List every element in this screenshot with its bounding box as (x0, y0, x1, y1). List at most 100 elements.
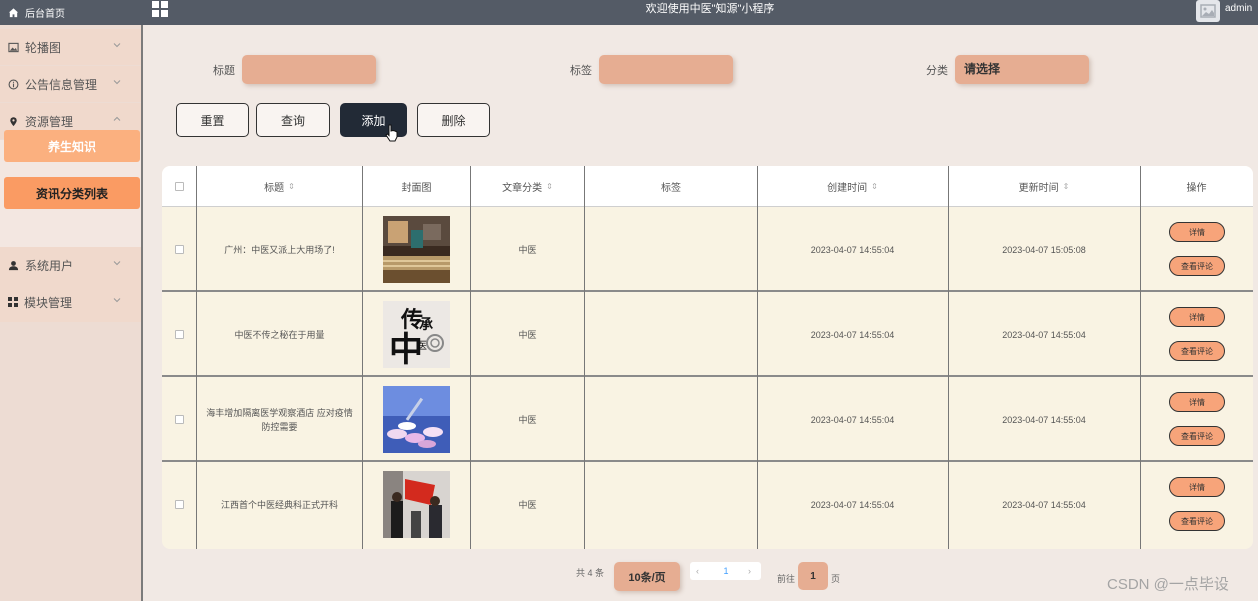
row-title: 广州：中医又派上大用场了! (224, 244, 335, 255)
row-checkbox-cell (162, 292, 196, 377)
sort-icon[interactable]: ⇕ (871, 182, 878, 191)
sidebar-item-carousel[interactable]: 轮播图 (0, 29, 141, 65)
row-cover-cell (363, 462, 470, 547)
app-title: 欢迎使用中医"知源"小程序 (645, 3, 775, 15)
row-tag (585, 377, 757, 462)
prev-page-icon[interactable]: ‹ (696, 562, 699, 580)
column-divider (362, 166, 363, 549)
sidebar-item-label: 模块管理 (24, 295, 73, 310)
menu-toggle-icon[interactable] (152, 1, 168, 17)
grid-icon (8, 297, 18, 307)
table-row: 海丰增加隔离医学观察酒店 应对疫情防控需要 中医 2023-04-07 14:5… (162, 377, 1253, 462)
search-button[interactable]: 查询 (256, 103, 330, 137)
tag-filter-label: 标签 (570, 65, 592, 77)
next-page-icon[interactable]: › (748, 562, 751, 580)
row-checkbox[interactable] (174, 245, 184, 254)
location-pin-icon (10, 116, 17, 126)
sidebar-item-label: 系统用户 (25, 258, 74, 273)
row-title: 海丰增加隔离医学观察酒店 应对疫情防控需要 (206, 407, 353, 432)
column-divider (948, 166, 949, 549)
home-link[interactable]: 后台首页 (0, 0, 143, 25)
chevron-down-icon (113, 43, 121, 48)
sort-icon[interactable]: ⇕ (546, 182, 553, 191)
table-row: 江西首个中医经典科正式开科 中医 2023-04-07 14:55:04 202… (162, 462, 1253, 547)
sort-icon[interactable]: ⇕ (288, 182, 295, 191)
delete-button[interactable]: 删除 (417, 103, 490, 137)
avatar[interactable] (1196, 0, 1220, 22)
column-header-title[interactable]: 标题 ⇕ (196, 166, 363, 207)
sidebar-item-system-users[interactable]: 系统用户 (0, 247, 141, 283)
page-unit-label: 页 (831, 574, 841, 584)
column-divider (757, 166, 758, 549)
column-header-label: 文章分类 (502, 183, 543, 194)
row-checkbox[interactable] (174, 415, 184, 424)
chevron-down-icon (113, 261, 121, 266)
row-created-time: 2023-04-07 14:55:04 (810, 244, 895, 255)
row-tag (585, 207, 757, 292)
row-cover-cell (363, 377, 470, 462)
view-comments-button[interactable]: 查看评论 (1169, 426, 1225, 446)
tag-filter-input[interactable] (599, 55, 733, 84)
goto-page-input[interactable]: 1 (798, 562, 828, 590)
column-header-cover: 封面图 (363, 166, 470, 207)
sort-icon[interactable]: ⇕ (1063, 182, 1070, 191)
row-checkbox-cell (162, 377, 196, 462)
row-created-time: 2023-04-07 14:55:04 (810, 414, 895, 425)
column-header-label: 更新时间 (1018, 183, 1059, 194)
chevron-up-icon (113, 116, 121, 121)
row-title: 中医不传之秘在于用量 (234, 329, 325, 340)
column-header-label: 标签 (661, 183, 681, 194)
sidebar-item-label: 资源管理 (25, 114, 74, 129)
username[interactable]: admin (1225, 0, 1252, 18)
column-header-category[interactable]: 文章分类 ⇕ (470, 166, 585, 207)
row-checkbox[interactable] (174, 330, 184, 339)
category-select[interactable]: 请选择 (955, 55, 1089, 84)
row-category: 中医 (518, 329, 537, 340)
select-all-checkbox[interactable] (174, 182, 184, 191)
row-checkbox-cell (162, 462, 196, 547)
detail-button[interactable]: 详情 (1169, 392, 1225, 412)
cover-image: 传 承 中 医 (383, 301, 450, 368)
sidebar-item-announcements[interactable]: 公告信息管理 (0, 66, 141, 102)
column-divider (470, 166, 471, 549)
sidebar-subitem-news-categories[interactable]: 资讯分类列表 (4, 177, 140, 209)
table-row: 广州：中医又派上大用场了! 中医 2023-04-07 14:55:04 202… (162, 207, 1253, 292)
column-header-created[interactable]: 创建时间 ⇕ (757, 166, 948, 207)
row-checkbox[interactable] (174, 500, 184, 509)
reset-button[interactable]: 重置 (176, 103, 249, 137)
page-number-current[interactable]: 1 (716, 562, 736, 580)
detail-button[interactable]: 详情 (1169, 222, 1225, 242)
select-all-cell (162, 166, 196, 207)
category-filter-label: 分类 (926, 65, 948, 77)
column-header-label: 创建时间 (827, 183, 868, 194)
table-header: 标题 ⇕ 封面图 文章分类 ⇕ 标签 创建时间 ⇕ 更新时间 ⇕ 操作 (162, 166, 1253, 207)
row-updated-time: 2023-04-07 14:55:04 (1002, 499, 1086, 510)
page-size-select[interactable]: 10条/页 (614, 562, 680, 591)
cover-image (383, 386, 450, 453)
view-comments-button[interactable]: 查看评论 (1169, 256, 1225, 276)
column-header-actions: 操作 (1140, 166, 1253, 207)
home-icon (8, 8, 19, 18)
title-filter-input[interactable] (242, 55, 376, 84)
row-updated-time: 2023-04-07 14:55:04 (1002, 414, 1086, 425)
sidebar-item-label: 轮播图 (25, 40, 62, 55)
view-comments-button[interactable]: 查看评论 (1169, 511, 1225, 531)
view-comments-button[interactable]: 查看评论 (1169, 341, 1225, 361)
user-icon (8, 260, 19, 270)
pagination-total: 共 4 条 (576, 568, 605, 578)
row-checkbox-cell (162, 207, 196, 292)
column-header-tag: 标签 (585, 166, 757, 207)
column-header-label: 标题 (264, 183, 285, 194)
sidebar-subitem-health-knowledge[interactable]: 养生知识 (4, 130, 140, 162)
table-row: 中医不传之秘在于用量 传 承 中 医 中医 2023-04-07 14:55:0… (162, 292, 1253, 377)
column-header-updated[interactable]: 更新时间 ⇕ (948, 166, 1140, 207)
detail-button[interactable]: 详情 (1169, 477, 1225, 497)
cover-image (383, 216, 450, 283)
chevron-down-icon (113, 298, 121, 303)
watermark: CSDN @一点毕设 (1107, 576, 1229, 593)
sidebar-item-modules[interactable]: 模块管理 (0, 284, 141, 320)
cover-image (383, 471, 450, 538)
detail-button[interactable]: 详情 (1169, 307, 1225, 327)
sidebar-item-label: 公告信息管理 (25, 77, 98, 92)
cover-calligraphy: 医 (417, 340, 427, 352)
